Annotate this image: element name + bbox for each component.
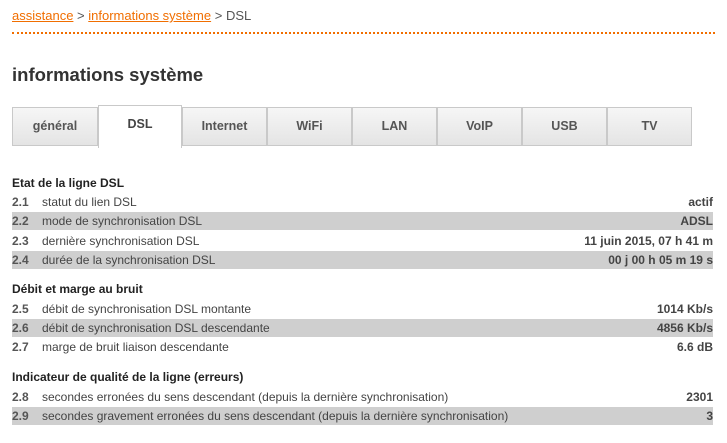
tab-lan[interactable]: LAN xyxy=(352,107,437,146)
row-label: secondes gravement erronées du sens desc… xyxy=(42,409,509,423)
breadcrumb-separator: > xyxy=(77,8,85,23)
table-row: 2.2 mode de synchronisation DSL ADSL xyxy=(12,212,713,230)
table-row: 2.7 marge de bruit liaison descendante 6… xyxy=(12,338,713,356)
row-label: mode de synchronisation DSL xyxy=(42,214,203,228)
breadcrumb-link-informations-systeme[interactable]: informations système xyxy=(88,8,211,23)
tab-bar: général DSL Internet WiFi LAN VoIP USB T… xyxy=(12,105,692,148)
table-row: 2.4 durée de la synchronisation DSL 00 j… xyxy=(12,251,713,269)
row-number: 2.5 xyxy=(12,302,29,316)
tab-usb[interactable]: USB xyxy=(522,107,607,146)
row-number: 2.1 xyxy=(12,195,29,209)
table-row: 2.3 dernière synchronisation DSL 11 juin… xyxy=(12,232,713,250)
row-value: 3 xyxy=(706,409,713,423)
row-label: débit de synchronisation DSL descendante xyxy=(42,321,270,335)
row-label: statut du lien DSL xyxy=(42,195,137,209)
row-label: marge de bruit liaison descendante xyxy=(42,340,229,354)
row-number: 2.8 xyxy=(12,390,29,404)
row-value: 00 j 00 h 05 m 19 s xyxy=(608,253,713,267)
row-number: 2.4 xyxy=(12,253,29,267)
row-value: ADSL xyxy=(680,214,713,228)
breadcrumb-link-assistance[interactable]: assistance xyxy=(12,8,73,23)
row-value: 1014 Kb/s xyxy=(656,302,713,316)
dotted-divider xyxy=(12,32,715,34)
row-number: 2.2 xyxy=(12,214,29,228)
table-row: 2.5 débit de synchronisation DSL montant… xyxy=(12,300,713,318)
tab-tv[interactable]: TV xyxy=(607,107,692,146)
row-number: 2.6 xyxy=(12,321,29,335)
breadcrumb-separator: > xyxy=(214,8,223,23)
tab-dsl[interactable]: DSL xyxy=(98,105,182,148)
page-title: informations système xyxy=(12,64,204,85)
table-row: 2.9 secondes gravement erronées du sens … xyxy=(12,407,713,425)
section-title-debit-marge: Débit et marge au bruit xyxy=(12,282,143,296)
row-value: actif xyxy=(688,195,713,209)
table-row: 2.8 secondes erronées du sens descendant… xyxy=(12,388,713,406)
row-label: dernière synchronisation DSL xyxy=(42,234,200,248)
table-row: 2.1 statut du lien DSL actif xyxy=(12,193,713,211)
breadcrumb-current: DSL xyxy=(225,8,252,23)
row-number: 2.9 xyxy=(12,409,29,423)
row-value: 11 juin 2015, 07 h 41 m xyxy=(584,234,713,248)
row-label: durée de la synchronisation DSL xyxy=(42,253,216,267)
tab-voip[interactable]: VoIP xyxy=(437,107,522,146)
section-title-indicateur-qualite: Indicateur de qualité de la ligne (erreu… xyxy=(12,370,244,384)
tab-general[interactable]: général xyxy=(12,107,98,146)
row-label: débit de synchronisation DSL montante xyxy=(42,302,252,316)
row-label: secondes erronées du sens descendant (de… xyxy=(42,390,449,404)
row-number: 2.7 xyxy=(12,340,29,354)
tab-wifi[interactable]: WiFi xyxy=(267,107,352,146)
row-number: 2.3 xyxy=(12,234,29,248)
row-value: 6.6 dB xyxy=(676,340,713,354)
table-row: 2.6 débit de synchronisation DSL descend… xyxy=(12,319,713,337)
row-value: 4856 Kb/s xyxy=(656,321,713,335)
row-value: 2301 xyxy=(686,390,713,404)
section-title-etat-ligne: Etat de la ligne DSL xyxy=(12,176,125,190)
tab-internet[interactable]: Internet xyxy=(182,107,267,146)
breadcrumb: assistance > informations système > DSL xyxy=(12,8,251,23)
